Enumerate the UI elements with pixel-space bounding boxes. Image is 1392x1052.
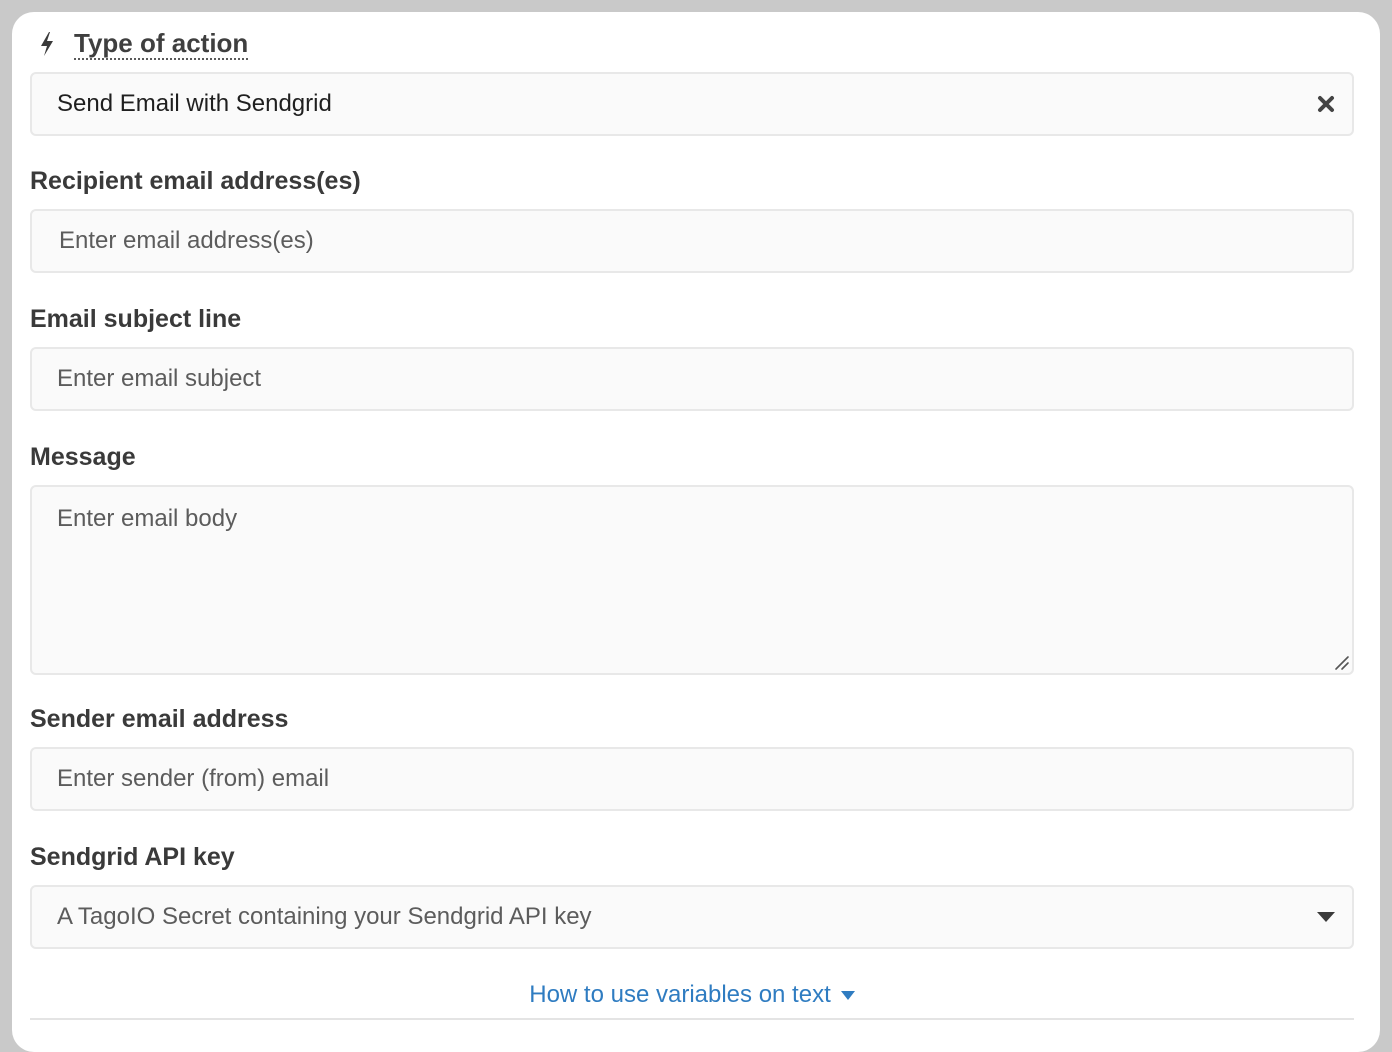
close-icon[interactable] — [1316, 94, 1336, 114]
sender-email-input[interactable]: Enter sender (from) email — [30, 747, 1354, 811]
bolt-icon — [41, 32, 53, 56]
action-type-title: Type of action — [74, 27, 249, 60]
subject-placeholder: Enter email subject — [57, 365, 262, 392]
bottom-divider — [30, 1018, 1354, 1020]
recipient-email-input[interactable]: Enter email address(es) — [30, 209, 1354, 273]
message-label: Message — [30, 443, 136, 471]
chevron-down-icon[interactable] — [1316, 911, 1336, 923]
api-key-select[interactable]: A TagoIO Secret containing your Sendgrid… — [30, 885, 1354, 949]
resize-handle-icon[interactable] — [1332, 653, 1350, 671]
sender-label: Sender email address — [30, 705, 289, 733]
api-key-placeholder: A TagoIO Secret containing your Sendgrid… — [57, 903, 592, 930]
message-textarea[interactable]: Enter email body — [30, 485, 1354, 675]
api-key-label: Sendgrid API key — [30, 843, 235, 871]
message-placeholder: Enter email body — [57, 505, 238, 532]
variables-help-link[interactable]: How to use variables on text — [30, 980, 1354, 1010]
subject-input[interactable]: Enter email subject — [30, 347, 1354, 411]
sender-email-placeholder: Enter sender (from) email — [57, 765, 330, 792]
action-type-select[interactable]: Send Email with Sendgrid — [30, 72, 1354, 136]
action-type-value: Send Email with Sendgrid — [57, 90, 332, 117]
subject-label: Email subject line — [30, 305, 242, 333]
caret-down-icon — [840, 991, 855, 1001]
recipient-label: Recipient email address(es) — [30, 167, 361, 195]
variables-help-text: How to use variables on text — [529, 981, 831, 1008]
recipient-email-placeholder: Enter email address(es) — [59, 227, 314, 254]
action-type-header: Type of action — [38, 27, 249, 60]
action-form-panel: Type of action Send Email with Sendgrid … — [12, 12, 1380, 1052]
